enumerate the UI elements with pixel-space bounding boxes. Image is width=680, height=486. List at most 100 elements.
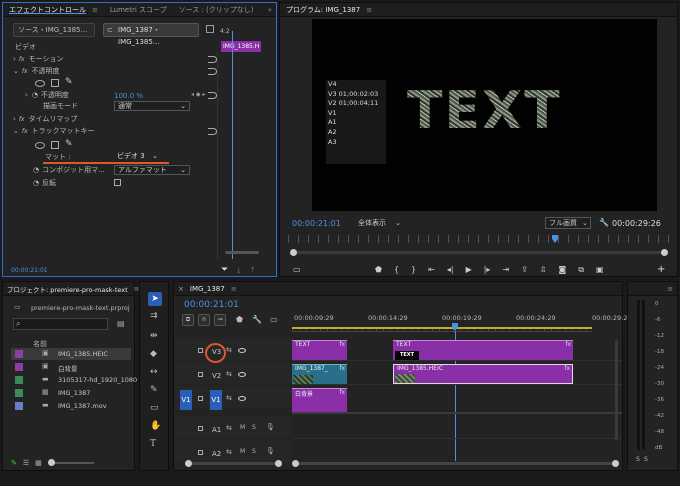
matte-select[interactable]: ビデオ 3 ⌄: [114, 151, 160, 161]
clip-text-v3-b[interactable]: TEXT fx TEXT: [393, 340, 573, 360]
tab-source[interactable]: ソース : (クリップなし): [173, 5, 260, 15]
timeline-zoom-handle[interactable]: [292, 460, 299, 467]
tab-effect-controls[interactable]: エフェクトコントロール: [3, 5, 92, 15]
timeline-playhead-handle[interactable]: [452, 323, 458, 331]
effect-scroll-bottom[interactable]: [225, 251, 259, 254]
eye-icon[interactable]: [238, 396, 246, 401]
chevron-right-icon[interactable]: ›: [13, 115, 16, 123]
menu-icon[interactable]: ≡: [231, 285, 237, 293]
stopwatch-icon[interactable]: ◔: [32, 91, 38, 99]
eye-icon[interactable]: [238, 348, 246, 353]
type-icon[interactable]: T: [150, 440, 156, 449]
lock-icon[interactable]: [198, 348, 203, 353]
effect-motion-row[interactable]: › fx モーション: [13, 53, 63, 65]
program-timecode[interactable]: 00:00:21:01: [292, 219, 341, 228]
clip-white-bg-v1[interactable]: 白背景 fx: [292, 388, 347, 412]
effect-trackmatte-row[interactable]: ⌄ fx トラックマットキー: [13, 125, 95, 137]
razor-icon[interactable]: ◆: [150, 350, 157, 359]
mark-in-icon[interactable]: {: [394, 265, 399, 275]
track-v2-label[interactable]: V2: [212, 372, 221, 380]
lock-icon[interactable]: [198, 396, 203, 401]
go-to-in-icon[interactable]: ⇤: [428, 265, 435, 275]
dock-icon[interactable]: [206, 25, 214, 33]
reset-icon[interactable]: [208, 128, 217, 135]
meter-solo-left[interactable]: S: [636, 456, 640, 463]
rect-mask-icon[interactable]: [51, 141, 59, 149]
filter-icon[interactable]: ⏷: [221, 265, 228, 275]
zoom-handle-left[interactable]: [290, 249, 297, 256]
timeline-scroll-handle[interactable]: [275, 460, 282, 467]
program-zoom-bar[interactable]: [295, 251, 663, 254]
project-item-name[interactable]: IMG_1387.mov: [58, 402, 107, 410]
wrench-icon[interactable]: 🔧: [252, 315, 262, 324]
pen-icon[interactable]: ✎: [150, 386, 158, 395]
camera-icon[interactable]: ◙: [559, 265, 567, 275]
list-view-icon[interactable]: ☰: [23, 459, 29, 467]
mute-button[interactable]: M: [240, 448, 245, 455]
export-icon[interactable]: ⤓: [237, 266, 240, 275]
linked-select-icon[interactable]: ⊸: [214, 314, 226, 326]
track-select-icon[interactable]: ⇉: [150, 312, 158, 321]
marker-icon[interactable]: ⬟: [375, 265, 382, 275]
project-title[interactable]: プロジェクト: premiere-pro-mask-text: [3, 284, 134, 294]
add-button-icon[interactable]: +: [657, 264, 665, 275]
snap-icon[interactable]: ∩: [198, 314, 210, 326]
timeline-vscroll[interactable]: [615, 340, 618, 440]
sync-lock-icon[interactable]: ⇆: [226, 448, 232, 456]
solo-button[interactable]: S: [252, 448, 256, 455]
microphone-icon[interactable]: 🎙: [266, 447, 275, 455]
step-forward-icon[interactable]: |▸: [484, 265, 491, 275]
pencil-icon[interactable]: ✎: [11, 459, 17, 467]
eye-icon[interactable]: [238, 372, 246, 377]
work-area-bar[interactable]: [292, 327, 592, 329]
label-color-swatch[interactable]: [15, 389, 23, 397]
clip-img1385-v2[interactable]: IMG_1385.HEIC fx: [393, 364, 573, 384]
project-item-name[interactable]: 白背景: [58, 363, 78, 373]
sync-lock-icon[interactable]: ⇆: [226, 394, 232, 402]
ellipse-mask-icon[interactable]: [35, 142, 45, 149]
opacity-value[interactable]: 100.0 %: [114, 92, 143, 100]
keyframe-nav[interactable]: ◂ ◆ ▸: [191, 91, 205, 98]
label-color-swatch[interactable]: [15, 376, 23, 384]
timeline-zoom-handle[interactable]: [612, 460, 619, 467]
go-to-out-icon[interactable]: ⇥: [502, 265, 509, 275]
composite-select[interactable]: アルファマット ⌄: [114, 165, 190, 175]
sequence-button[interactable]: IMG_1387・IMG_1385...: [103, 23, 199, 46]
clip-img1387-v2[interactable]: IMG_1387_ fx: [292, 364, 347, 384]
ripple-edit-icon[interactable]: ⇹: [150, 332, 158, 341]
menu-icon[interactable]: ≡: [366, 6, 372, 14]
label-color-swatch[interactable]: [15, 350, 23, 358]
hand-icon[interactable]: ✋: [150, 422, 161, 431]
effect-opacity-row[interactable]: ⌄ fx 不透明度: [13, 65, 60, 77]
lift-icon[interactable]: ⇪: [521, 265, 528, 275]
reset-icon[interactable]: [208, 68, 217, 75]
solo-button[interactable]: S: [252, 424, 256, 431]
quality-select[interactable]: フル画質 ⌄: [545, 217, 591, 229]
fit-select[interactable]: 全体表示 ⌄: [355, 217, 401, 229]
zoom-slider[interactable]: [47, 459, 94, 466]
timeline-timecode[interactable]: 00:00:21:01: [184, 300, 239, 310]
mark-out-icon[interactable]: }: [411, 265, 416, 275]
nest-icon[interactable]: ⧉: [182, 314, 194, 326]
lock-icon[interactable]: [198, 450, 203, 455]
icon-view-icon[interactable]: ▦: [35, 459, 42, 467]
sync-lock-icon[interactable]: ⇆: [226, 424, 232, 432]
slip-icon[interactable]: ↔: [150, 368, 158, 377]
timeline-scrollbar[interactable]: [188, 462, 278, 465]
chevron-right-icon[interactable]: ›: [25, 91, 28, 99]
caption-icon[interactable]: ▭: [270, 315, 278, 324]
reset-icon[interactable]: [208, 92, 217, 99]
effect-timeremap-row[interactable]: › fx タイムリマップ: [13, 113, 77, 125]
track-target-v1[interactable]: V1: [210, 390, 222, 410]
timeline-scroll-handle[interactable]: [185, 460, 192, 467]
effect-timecode[interactable]: 00:00:21:01: [11, 267, 48, 274]
selection-tool[interactable]: ➤: [148, 292, 162, 306]
comparison-icon[interactable]: ⧉: [578, 265, 584, 275]
zoom-handle-right[interactable]: [661, 249, 668, 256]
clip-text-v3-a[interactable]: TEXT fx: [292, 340, 347, 360]
microphone-icon[interactable]: 🎙: [266, 423, 275, 431]
mute-button[interactable]: M: [240, 424, 245, 431]
project-item-name[interactable]: 3105317-hd_1920_1080: [58, 376, 137, 384]
menu-icon[interactable]: ≡: [667, 285, 673, 293]
vr-icon[interactable]: ▣: [596, 265, 604, 275]
